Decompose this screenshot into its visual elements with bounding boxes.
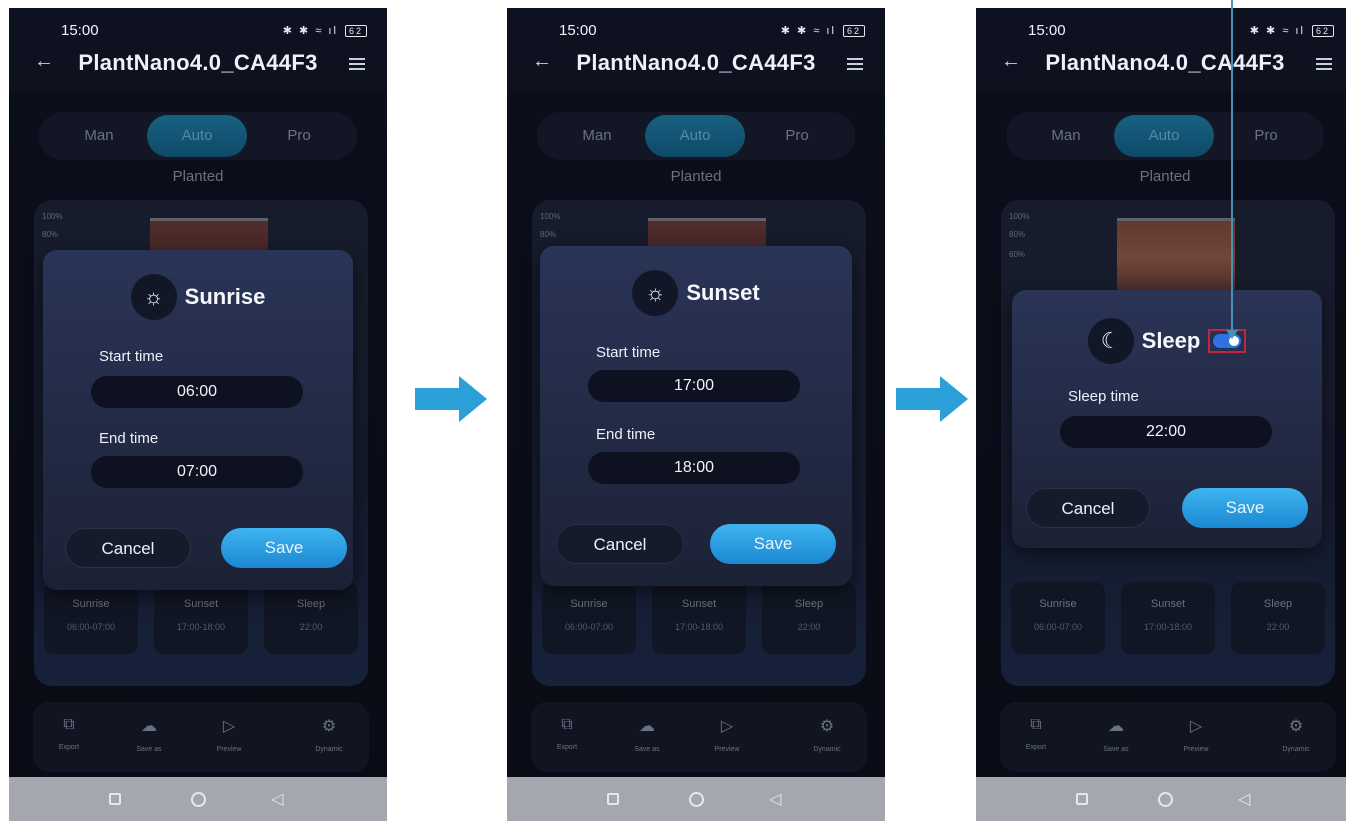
save-button[interactable]: Save	[1182, 488, 1308, 528]
cancel-button[interactable]: Cancel	[556, 524, 684, 564]
device-title: PlantNano4.0_CA44F3	[576, 50, 816, 75]
system-nav-bar: ◁	[507, 777, 885, 821]
start-time-label: Start time	[596, 344, 661, 361]
status-bar: 15:00 ✱ ✱ ≈ ıl 62	[9, 22, 387, 44]
back-triangle-icon[interactable]: ◁	[271, 789, 283, 809]
dialog-title: Sunset	[686, 280, 760, 305]
battery-icon: 62	[1311, 25, 1334, 37]
device-title: PlantNano4.0_CA44F3	[1045, 50, 1285, 75]
start-time-label: Start time	[99, 348, 164, 365]
sleep-dialog: ☾ Sleep Sleep time 22:00 Cancel Save	[1012, 290, 1322, 548]
next-step-arrow-icon	[896, 376, 968, 422]
end-time-label: End time	[99, 430, 159, 447]
callout-line	[1231, 0, 1233, 336]
end-time-field[interactable]: 18:00	[588, 452, 800, 484]
app-bar: ← PlantNano4.0_CA44F3	[507, 46, 885, 90]
home-icon[interactable]	[689, 792, 704, 807]
start-time-field[interactable]: 06:00	[91, 376, 303, 408]
status-icons: ✱ ✱ ≈ ıl 62	[781, 24, 865, 37]
menu-icon[interactable]	[847, 58, 863, 70]
status-time: 15:00	[1028, 22, 1066, 39]
dialog-header: ☼ Sunrise	[43, 274, 353, 324]
moon-icon: ☾	[1087, 318, 1134, 364]
save-button[interactable]: Save	[710, 524, 836, 564]
menu-icon[interactable]	[1316, 58, 1332, 70]
dialog-header: ☼ Sunset	[540, 270, 852, 320]
dialog-title: Sunrise	[184, 284, 266, 309]
sunrise-icon: ☼	[130, 274, 177, 320]
system-nav-bar: ◁	[976, 777, 1346, 821]
recents-icon[interactable]	[1076, 793, 1088, 805]
recents-icon[interactable]	[607, 793, 619, 805]
status-bar: 15:00 ✱ ✱ ≈ ıl 62	[507, 22, 885, 44]
back-triangle-icon[interactable]: ◁	[769, 789, 781, 809]
end-time-field[interactable]: 07:00	[91, 456, 303, 488]
end-time-label: End time	[596, 426, 656, 443]
dialog-title: Sleep	[1141, 328, 1201, 353]
sunrise-dialog: ☼ Sunrise Start time 06:00 End time 07:00…	[43, 250, 353, 590]
back-triangle-icon[interactable]: ◁	[1238, 789, 1250, 809]
recents-icon[interactable]	[109, 793, 121, 805]
sleep-time-label: Sleep time	[1068, 388, 1139, 405]
phone-screen-sunrise: 15:00 ✱ ✱ ≈ ıl 62 ← PlantNano4.0_CA44F3 …	[9, 8, 387, 821]
status-time: 15:00	[61, 22, 99, 39]
start-time-field[interactable]: 17:00	[588, 370, 800, 402]
phone-screen-sunset: 15:00 ✱ ✱ ≈ ıl 62 ← PlantNano4.0_CA44F3 …	[507, 8, 885, 821]
save-button[interactable]: Save	[221, 528, 347, 568]
app-bar: ← PlantNano4.0_CA44F3	[976, 46, 1346, 90]
sunset-icon: ☼	[632, 270, 679, 316]
phone-screen-sleep: 15:00 ✱ ✱ ≈ ıl 62 ← PlantNano4.0_CA44F3 …	[976, 8, 1346, 821]
next-step-arrow-icon	[415, 376, 487, 422]
menu-icon[interactable]	[349, 58, 365, 70]
status-icons: ✱ ✱ ≈ ıl 62	[283, 24, 367, 37]
app-bar: ← PlantNano4.0_CA44F3	[9, 46, 387, 90]
status-time: 15:00	[559, 22, 597, 39]
cancel-button[interactable]: Cancel	[1026, 488, 1150, 528]
home-icon[interactable]	[191, 792, 206, 807]
dialog-header: ☾ Sleep	[1012, 318, 1322, 368]
system-nav-bar: ◁	[9, 777, 387, 821]
status-bar: 15:00 ✱ ✱ ≈ ıl 62	[976, 22, 1346, 44]
battery-icon: 62	[842, 25, 865, 37]
sunset-dialog: ☼ Sunset Start time 17:00 End time 18:00 …	[540, 246, 852, 586]
sleep-time-field[interactable]: 22:00	[1060, 416, 1272, 448]
device-title: PlantNano4.0_CA44F3	[78, 50, 318, 75]
home-icon[interactable]	[1158, 792, 1173, 807]
status-icons: ✱ ✱ ≈ ıl 62	[1250, 24, 1334, 37]
callout-arrowhead	[1226, 330, 1238, 339]
battery-icon: 62	[344, 25, 367, 37]
cancel-button[interactable]: Cancel	[65, 528, 191, 568]
